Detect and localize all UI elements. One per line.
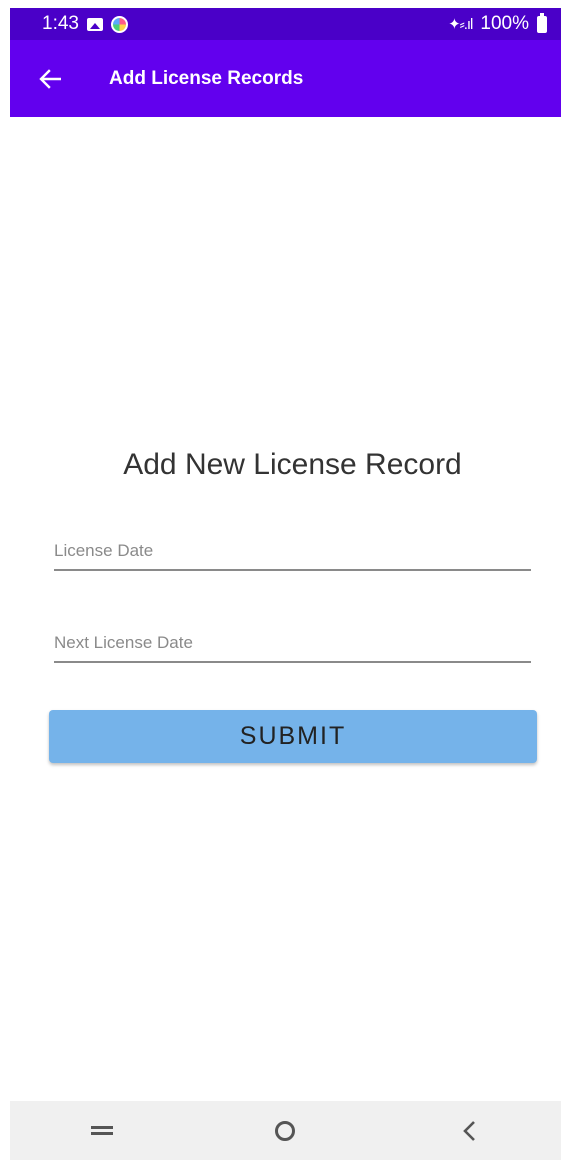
- battery-icon: [537, 12, 547, 33]
- license-date-field[interactable]: [54, 527, 531, 571]
- app-notification-icon: [110, 15, 128, 33]
- license-date-input[interactable]: [54, 531, 531, 571]
- battery-percent: 100%: [480, 13, 529, 34]
- arrow-left-icon: [39, 68, 61, 89]
- app-bar: Add License Records: [10, 40, 561, 117]
- page-title: Add License Records: [109, 67, 304, 89]
- status-bar: 1:43 ✦⸗.ıl 100%: [10, 8, 561, 40]
- next-license-date-input[interactable]: [54, 623, 531, 663]
- signal-icon: ✦⸗.ıl: [448, 16, 473, 33]
- next-license-date-field[interactable]: [54, 619, 531, 663]
- system-nav-bar: [10, 1101, 561, 1160]
- home-icon: [275, 1120, 296, 1141]
- status-time: 1:43: [42, 13, 79, 34]
- form-heading: Add New License Record: [123, 448, 462, 481]
- back-button[interactable]: [20, 40, 80, 117]
- chevron-left-icon: [463, 1120, 476, 1141]
- home-button[interactable]: [255, 1106, 315, 1156]
- submit-button[interactable]: SUBMIT: [49, 710, 537, 763]
- gallery-icon: [86, 17, 103, 31]
- recents-button[interactable]: [72, 1106, 132, 1156]
- nav-back-button[interactable]: [439, 1106, 499, 1156]
- recents-icon: [90, 1126, 113, 1135]
- status-bar-right: ✦⸗.ıl 100%: [448, 12, 547, 35]
- status-bar-left: 1:43: [42, 13, 128, 35]
